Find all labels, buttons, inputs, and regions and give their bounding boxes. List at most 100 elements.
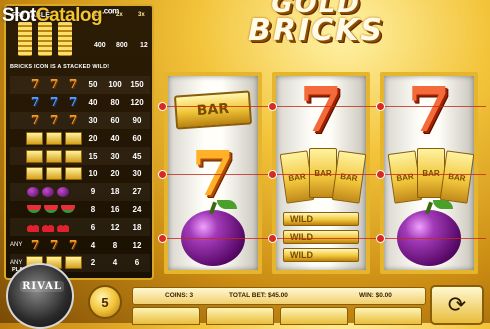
payline-marker-left-2	[158, 170, 167, 179]
pay-table-row: 8 16 24	[10, 201, 150, 219]
slot-game: PAY TABLE 1x 2x 3x 400 800 12 BRICKS ICO…	[0, 0, 490, 329]
payout-value: 10	[88, 169, 98, 179]
payout-value: 8	[90, 204, 96, 214]
seven-icon: 7	[68, 112, 78, 127]
pay-table-symbols	[10, 186, 82, 197]
payline-marker-left-3	[158, 234, 167, 243]
payout-value: 4	[112, 258, 118, 268]
seven-blue-icon: 7	[49, 95, 59, 110]
wild-brick: WILD	[283, 212, 359, 226]
bar-icon	[45, 131, 63, 145]
payout-value: 100	[108, 80, 122, 90]
pay-table: PAY TABLE 1x 2x 3x 400 800 12 BRICKS ICO…	[4, 4, 154, 280]
payout-value: 24	[132, 204, 142, 214]
melon-icon	[44, 205, 58, 214]
top-payout-1x: 400	[94, 42, 106, 49]
seven-icon: 7	[30, 112, 40, 127]
pay-table-symbols: 777	[10, 112, 82, 127]
payout-value: 18	[132, 222, 142, 232]
seven-icon: 7	[49, 77, 59, 92]
pay-table-row: 7 7 7 40 80 120	[10, 94, 150, 112]
bar-icon	[25, 131, 43, 145]
payout-value: 20	[88, 133, 98, 143]
button-row	[132, 307, 424, 325]
coin-value-chip[interactable]: 5	[88, 285, 122, 319]
plum-icon	[57, 186, 69, 197]
select-lines-button[interactable]	[206, 307, 274, 325]
bar-icon	[45, 167, 63, 181]
payout-value: 8	[112, 240, 118, 250]
bet-max-button[interactable]	[280, 307, 348, 325]
pay-table-symbols: 777	[10, 95, 82, 110]
pay-table-rows: 7 7 7 50 100 150 7 7 7 40 80 120 7 7 7 30 60 90 20 40 60 15 30…	[10, 76, 150, 272]
reel-2-symbol-seven: 7	[276, 78, 366, 142]
pay-table-row: 20 40 60	[10, 129, 150, 147]
payout-value: 40	[110, 133, 120, 143]
win-readout: WIN: $0.00	[359, 292, 392, 299]
payline-marker-mid-6	[376, 234, 385, 243]
seven-icon: 7	[68, 237, 78, 252]
payline-marker-mid-5	[376, 170, 385, 179]
any-label: ANY	[10, 242, 23, 249]
payline-1	[164, 106, 486, 107]
select-coins-button[interactable]	[132, 307, 200, 325]
payline-marker-mid-2	[268, 170, 277, 179]
payout-value: 150	[130, 80, 144, 90]
payout-value: 60	[132, 133, 142, 143]
pay-table-symbols	[10, 149, 82, 163]
auto-play-button[interactable]	[354, 307, 422, 325]
payout-value: 50	[88, 80, 98, 90]
cherry-icon	[42, 222, 54, 233]
payout-value: 40	[88, 98, 98, 108]
rival-logo-button[interactable]: RIVAL	[6, 263, 74, 329]
payout-value: 2	[90, 258, 96, 268]
logo-gold: GOLD	[271, 0, 361, 19]
pay-table-symbols	[10, 167, 82, 181]
pay-table-row: ANY 7 7 7 4 8 12	[10, 236, 150, 254]
seven-icon: 7	[299, 73, 343, 146]
game-logo: GOLD BRICKS	[166, 0, 466, 64]
pay-table-row: 7 7 7 30 60 90	[10, 111, 150, 130]
seven-icon: 7	[30, 237, 40, 252]
reel-1: BAR 7	[164, 72, 262, 274]
payout-value: 12	[132, 240, 142, 250]
coin-value: 5	[101, 294, 109, 310]
top-payout-2x: 800	[116, 42, 128, 49]
reel-1-symbol-bar: BAR	[168, 78, 258, 142]
payout-value: 30	[110, 151, 120, 161]
payout-value: 45	[132, 151, 142, 161]
watermark-catalog: Catalog	[35, 5, 103, 26]
bar-icon	[25, 167, 43, 181]
pay-table-symbols: ANY 7 7 7	[10, 237, 82, 252]
stacked-wild-note: BRICKS ICON IS A STACKED WILD!	[10, 64, 110, 70]
melon-icon	[61, 205, 75, 214]
payout-value: 30	[88, 115, 98, 125]
pay-table-row: 10 20 30	[10, 165, 150, 183]
watermark-slot: Slot	[2, 5, 36, 26]
payout-value: 27	[132, 187, 142, 197]
bar-label: BAR	[196, 100, 230, 120]
rival-brand: RIVAL	[20, 281, 64, 292]
control-dock: PLAY FOR REAL RIVAL 5 COINS: 3 TOTAL BET…	[0, 263, 490, 329]
payout-value: 90	[132, 115, 142, 125]
pay-table-symbols: 777	[10, 77, 82, 92]
spin-button[interactable]: ⟳	[430, 285, 484, 325]
payout-value: 6	[90, 222, 96, 232]
payout-value: 120	[130, 98, 144, 108]
pay-table-symbols	[10, 222, 82, 233]
pay-table-row: 9 18 27	[10, 182, 150, 201]
pay-table-row: 6 12 18	[10, 218, 150, 237]
payline-3	[164, 238, 486, 239]
seven-icon: 7	[30, 77, 40, 92]
payline-marker-mid-1	[268, 102, 277, 111]
plum-icon	[27, 186, 39, 197]
reel-3-symbol-seven: 7	[384, 78, 474, 142]
pay-table-symbols	[10, 205, 82, 214]
gold-coin-stack-icon	[58, 22, 72, 56]
payline-2	[164, 174, 486, 175]
seven-icon: 7	[68, 77, 78, 92]
reel-2: 7 BAR BAR BAR WILD WILD WILD	[272, 72, 370, 274]
melon-icon	[27, 205, 41, 214]
payline-marker-left-1	[158, 102, 167, 111]
watermark-suffix: .com	[102, 6, 119, 16]
